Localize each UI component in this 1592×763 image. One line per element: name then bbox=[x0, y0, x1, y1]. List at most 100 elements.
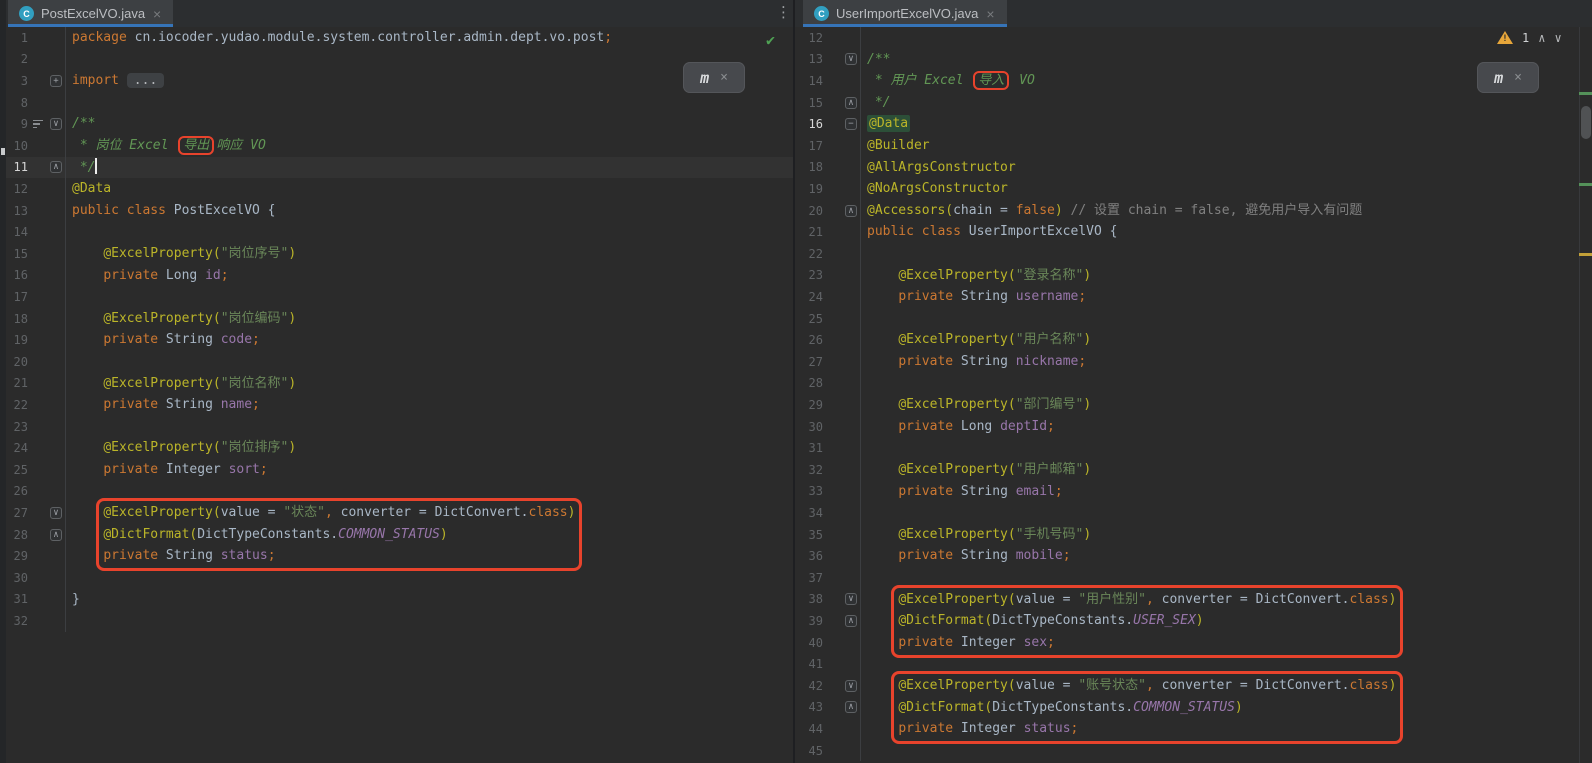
gutter[interactable]: 17 bbox=[795, 135, 861, 157]
code-line[interactable]: public class UserImportExcelVO { bbox=[861, 221, 1592, 243]
code-line[interactable]: private Long deptId; bbox=[861, 416, 1592, 438]
line-number[interactable]: 36 bbox=[795, 549, 823, 563]
gutter[interactable]: 37 bbox=[795, 567, 861, 589]
gutter[interactable]: 34 bbox=[795, 502, 861, 524]
gutter[interactable]: 27 bbox=[795, 351, 861, 373]
code-line[interactable]: @Accessors(chain = false) // 设置 chain = … bbox=[861, 200, 1592, 222]
gutter[interactable]: 40 bbox=[795, 632, 861, 654]
code-line[interactable]: */ bbox=[861, 92, 1592, 114]
code-line[interactable]: private String status; bbox=[66, 545, 793, 567]
gutter[interactable]: 21 bbox=[0, 373, 66, 395]
gutter[interactable]: 13∨ bbox=[795, 49, 861, 71]
fold-down-icon[interactable]: ∨ bbox=[845, 53, 857, 65]
line-number[interactable]: 18 bbox=[795, 160, 823, 174]
gutter[interactable]: 36 bbox=[795, 545, 861, 567]
gutter[interactable]: 15 ∧ bbox=[795, 92, 861, 114]
gutter[interactable]: 3+ bbox=[0, 70, 66, 92]
gutter[interactable]: 32 bbox=[0, 610, 66, 632]
gutter[interactable]: 26 bbox=[795, 329, 861, 351]
gutter[interactable]: 22 bbox=[0, 394, 66, 416]
code-line[interactable]: @ExcelProperty("用户邮箱") bbox=[861, 459, 1592, 481]
line-number[interactable]: 31 bbox=[795, 441, 823, 455]
line-number[interactable]: 35 bbox=[795, 528, 823, 542]
code-line[interactable]: @ExcelProperty("部门编号") bbox=[861, 394, 1592, 416]
gutter[interactable]: 18 bbox=[0, 308, 66, 330]
gutter[interactable]: 17 bbox=[0, 286, 66, 308]
editor-right[interactable]: ! 1 ∧ ∨ m × 1213∨/**14 * 用户 Excel 导入 VO1… bbox=[795, 27, 1592, 763]
code-line[interactable]: private String nickname; bbox=[861, 351, 1592, 373]
code-line[interactable]: @DictFormat(DictTypeConstants.USER_SEX) bbox=[861, 610, 1592, 632]
gutter[interactable]: 20 bbox=[0, 351, 66, 373]
line-number[interactable]: 22 bbox=[795, 247, 823, 261]
gutter[interactable]: 19 bbox=[795, 178, 861, 200]
fold-plus-icon[interactable]: + bbox=[50, 75, 62, 87]
fold-down-icon[interactable]: ∨ bbox=[845, 680, 857, 692]
structure-gutter-icon[interactable] bbox=[28, 120, 48, 129]
line-number[interactable]: 25 bbox=[795, 312, 823, 326]
code-line[interactable]: * 岗位 Excel 导出响应 VO bbox=[66, 135, 793, 157]
code-line[interactable]: @NoArgsConstructor bbox=[861, 178, 1592, 200]
tab-postexcelvo[interactable]: C PostExcelVO.java × bbox=[8, 0, 173, 27]
line-number[interactable]: 24 bbox=[795, 290, 823, 304]
gutter[interactable]: 18 bbox=[795, 157, 861, 179]
code-line[interactable]: private String mobile; bbox=[861, 545, 1592, 567]
gutter[interactable]: 35 bbox=[795, 524, 861, 546]
line-number[interactable]: 29 bbox=[795, 398, 823, 412]
code-line[interactable]: private Integer sort; bbox=[66, 459, 793, 481]
line-number[interactable]: 14 bbox=[795, 74, 823, 88]
line-number[interactable]: 43 bbox=[795, 700, 823, 714]
gutter[interactable]: 29 bbox=[0, 545, 66, 567]
code-line[interactable]: /** bbox=[861, 49, 1592, 71]
gutter[interactable]: 22 bbox=[795, 243, 861, 265]
line-number[interactable]: 23 bbox=[795, 268, 823, 282]
gutter[interactable]: 26 bbox=[0, 481, 66, 503]
gutter[interactable]: 14 bbox=[795, 70, 861, 92]
gutter[interactable]: 1 bbox=[0, 27, 66, 49]
line-number[interactable]: 15 bbox=[795, 96, 823, 110]
code-line[interactable]: @DictFormat(DictTypeConstants.COMMON_STA… bbox=[861, 697, 1592, 719]
code-line[interactable]: @DictFormat(DictTypeConstants.COMMON_STA… bbox=[66, 524, 793, 546]
gutter[interactable]: 30 bbox=[795, 416, 861, 438]
code-line[interactable]: @ExcelProperty(value = "用户性别", converter… bbox=[861, 589, 1592, 611]
gutter[interactable]: 12 bbox=[795, 27, 861, 49]
code-line[interactable]: private String email; bbox=[861, 481, 1592, 503]
line-number[interactable]: 20 bbox=[795, 204, 823, 218]
gutter[interactable]: 30 bbox=[0, 567, 66, 589]
gutter[interactable]: 39 ∧ bbox=[795, 610, 861, 632]
code-line[interactable]: @ExcelProperty("岗位编码") bbox=[66, 308, 793, 330]
gutter[interactable]: 44 bbox=[795, 718, 861, 740]
code-line[interactable]: private Integer sex; bbox=[861, 632, 1592, 654]
gutter[interactable]: 16 − bbox=[795, 113, 861, 135]
fold-minus-icon[interactable]: − bbox=[845, 118, 857, 130]
line-number[interactable]: 30 bbox=[795, 420, 823, 434]
line-number[interactable]: 39 bbox=[795, 614, 823, 628]
line-number[interactable]: 16 bbox=[795, 117, 823, 131]
line-number[interactable]: 17 bbox=[795, 139, 823, 153]
code-line[interactable]: } bbox=[66, 589, 793, 611]
close-icon[interactable]: × bbox=[152, 7, 162, 21]
fold-down-icon[interactable]: ∨ bbox=[50, 118, 62, 130]
fold-up-icon[interactable]: ∧ bbox=[845, 205, 857, 217]
line-number[interactable]: 19 bbox=[795, 182, 823, 196]
gutter[interactable]: 24 bbox=[0, 437, 66, 459]
gutter[interactable]: 23 bbox=[795, 265, 861, 287]
fold-up-icon[interactable]: ∧ bbox=[845, 615, 857, 627]
gutter[interactable]: 12 bbox=[0, 178, 66, 200]
gutter[interactable]: 43∧ bbox=[795, 697, 861, 719]
line-number[interactable]: 33 bbox=[795, 484, 823, 498]
code-line[interactable]: @ExcelProperty("岗位排序") bbox=[66, 437, 793, 459]
gutter[interactable]: 25 bbox=[795, 308, 861, 330]
code-line[interactable]: @Builder bbox=[861, 135, 1592, 157]
gutter[interactable]: 20 ∧ bbox=[795, 200, 861, 222]
line-number[interactable]: 38 bbox=[795, 592, 823, 606]
line-number[interactable]: 37 bbox=[795, 571, 823, 585]
gutter[interactable]: 14 bbox=[0, 221, 66, 243]
gutter[interactable]: 41 bbox=[795, 653, 861, 675]
gutter[interactable]: 15 bbox=[0, 243, 66, 265]
fold-up-icon[interactable]: ∧ bbox=[845, 97, 857, 109]
gutter[interactable]: 21 bbox=[795, 221, 861, 243]
gutter[interactable]: 13 bbox=[0, 200, 66, 222]
tab-userimportexcelvo[interactable]: C UserImportExcelVO.java × bbox=[803, 0, 1007, 27]
gutter[interactable]: 32 bbox=[795, 459, 861, 481]
gutter[interactable]: 10 bbox=[0, 135, 66, 157]
